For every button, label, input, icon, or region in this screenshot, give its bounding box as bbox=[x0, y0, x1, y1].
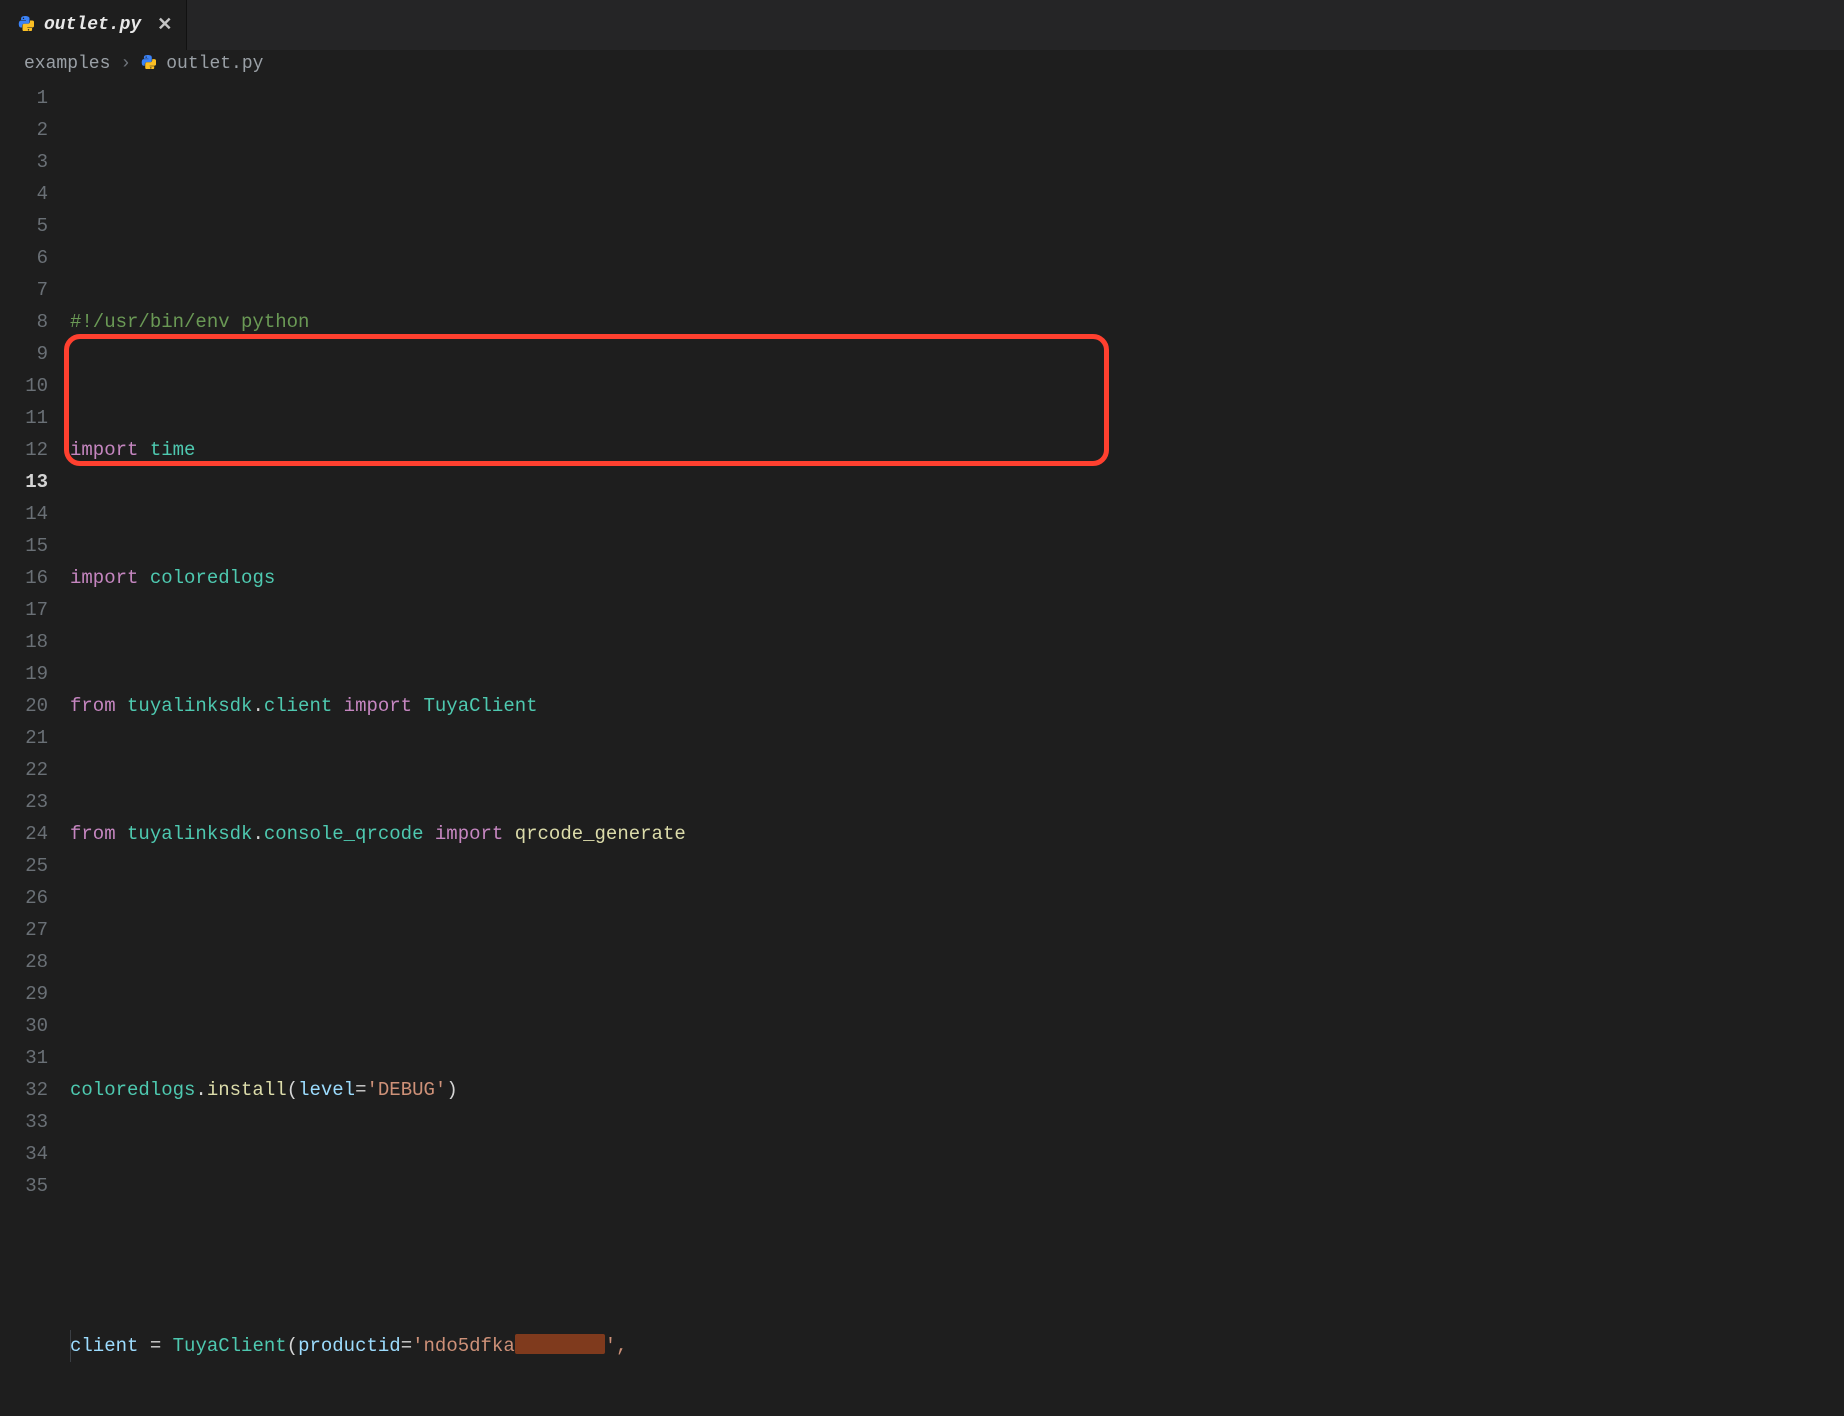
tab-bar: outlet.py ✕ bbox=[0, 0, 1844, 50]
line-number-gutter: 1234567891011121314151617181920212223242… bbox=[0, 82, 70, 1416]
code-line: client = TuyaClient(productid='ndo5dfka'… bbox=[70, 1330, 1844, 1362]
chevron-right-icon: › bbox=[120, 54, 131, 74]
code-area[interactable]: #!/usr/bin/env python import time import… bbox=[70, 82, 1844, 1416]
indent-guide bbox=[70, 1330, 71, 1362]
line-number: 24 bbox=[0, 818, 48, 850]
line-number: 4 bbox=[0, 178, 48, 210]
line-number: 15 bbox=[0, 530, 48, 562]
python-file-icon bbox=[141, 54, 156, 74]
line-number: 28 bbox=[0, 946, 48, 978]
breadcrumb-folder[interactable]: examples bbox=[24, 54, 110, 74]
line-number: 18 bbox=[0, 626, 48, 658]
line-number: 19 bbox=[0, 658, 48, 690]
redacted-value bbox=[515, 1334, 605, 1354]
line-number: 21 bbox=[0, 722, 48, 754]
code-line: import time bbox=[70, 434, 1844, 466]
line-number: 23 bbox=[0, 786, 48, 818]
line-number: 8 bbox=[0, 306, 48, 338]
code-line: from tuyalinksdk.client import TuyaClien… bbox=[70, 690, 1844, 722]
tab-outlet-py[interactable]: outlet.py ✕ bbox=[0, 0, 187, 50]
line-number: 35 bbox=[0, 1170, 48, 1202]
line-number: 6 bbox=[0, 242, 48, 274]
line-number: 9 bbox=[0, 338, 48, 370]
line-number: 34 bbox=[0, 1138, 48, 1170]
line-number: 7 bbox=[0, 274, 48, 306]
line-number: 33 bbox=[0, 1106, 48, 1138]
line-number: 32 bbox=[0, 1074, 48, 1106]
comment: #!/usr/bin/env python bbox=[70, 311, 309, 333]
line-number: 14 bbox=[0, 498, 48, 530]
line-number: 11 bbox=[0, 402, 48, 434]
breadcrumb: examples › outlet.py bbox=[0, 50, 1844, 80]
code-line bbox=[70, 1202, 1844, 1234]
tab-filename: outlet.py bbox=[44, 15, 141, 35]
line-number: 30 bbox=[0, 1010, 48, 1042]
line-number: 26 bbox=[0, 882, 48, 914]
code-line: from tuyalinksdk.console_qrcode import q… bbox=[70, 818, 1844, 850]
line-number: 10 bbox=[0, 370, 48, 402]
code-line bbox=[70, 946, 1844, 978]
close-icon[interactable]: ✕ bbox=[151, 14, 172, 36]
line-number: 13 bbox=[0, 466, 48, 498]
line-number: 12 bbox=[0, 434, 48, 466]
python-file-icon bbox=[18, 15, 34, 35]
line-number: 31 bbox=[0, 1042, 48, 1074]
line-number: 2 bbox=[0, 114, 48, 146]
code-line: import coloredlogs bbox=[70, 562, 1844, 594]
line-number: 27 bbox=[0, 914, 48, 946]
code-line: #!/usr/bin/env python bbox=[70, 306, 1844, 338]
line-number: 5 bbox=[0, 210, 48, 242]
line-number: 20 bbox=[0, 690, 48, 722]
breadcrumb-file[interactable]: outlet.py bbox=[166, 54, 263, 74]
line-number: 17 bbox=[0, 594, 48, 626]
code-editor[interactable]: 1234567891011121314151617181920212223242… bbox=[0, 80, 1844, 1416]
line-number: 25 bbox=[0, 850, 48, 882]
line-number: 29 bbox=[0, 978, 48, 1010]
line-number: 22 bbox=[0, 754, 48, 786]
code-line: coloredlogs.install(level='DEBUG') bbox=[70, 1074, 1844, 1106]
line-number: 3 bbox=[0, 146, 48, 178]
line-number: 16 bbox=[0, 562, 48, 594]
line-number: 1 bbox=[0, 82, 48, 114]
